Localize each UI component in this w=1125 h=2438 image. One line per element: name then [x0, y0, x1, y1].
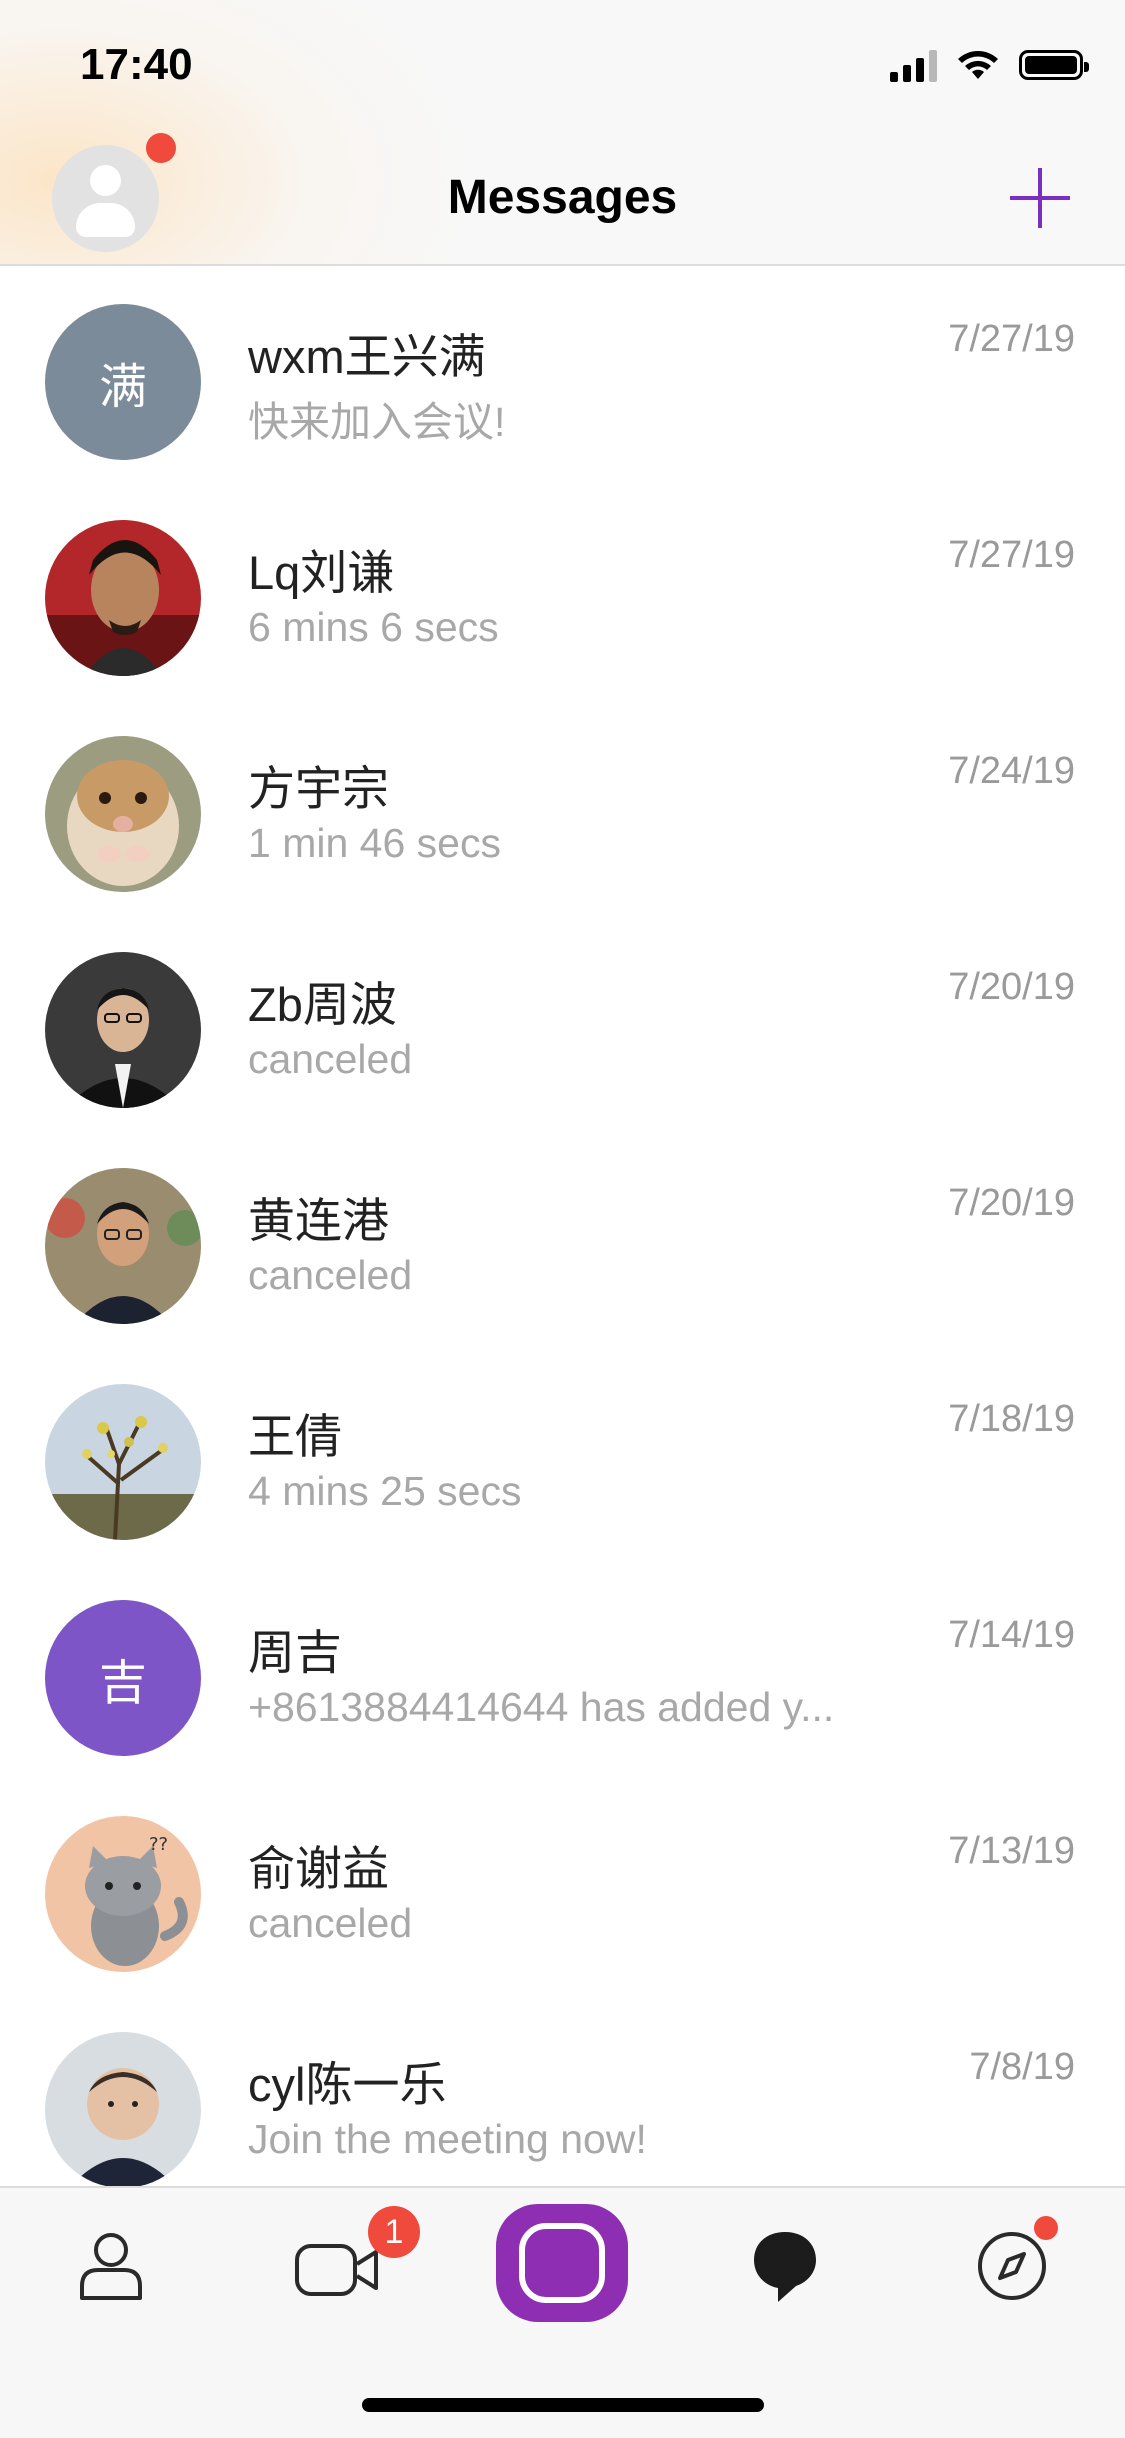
contact-name: 俞谢益 — [248, 1842, 389, 1895]
message-preview: +8613884414644 has added y... — [248, 1684, 835, 1730]
avatar — [45, 520, 201, 676]
message-date: 7/20/19 — [948, 966, 1075, 1008]
contact-name: 方宇宗 — [248, 762, 389, 815]
compass-icon — [978, 2232, 1046, 2300]
header-bar: 17:40 Messages — [0, 0, 1125, 266]
contact-name: 周吉 — [248, 1626, 342, 1679]
avatar: ?? — [45, 1816, 201, 1972]
battery-icon — [1019, 50, 1089, 80]
message-preview: 1 min 46 secs — [248, 820, 501, 866]
avatar: 吉 — [45, 1600, 201, 1756]
wifi-icon — [958, 51, 998, 79]
chat-bubble-icon — [754, 2232, 816, 2302]
status-icons — [890, 48, 1089, 82]
message-row[interactable]: 方宇宗 1 min 46 secs 7/24/19 — [0, 698, 1125, 914]
message-preview: canceled — [248, 1900, 413, 1946]
contact-name: 王倩 — [248, 1410, 342, 1463]
meetings-badge: 1 — [368, 2206, 420, 2258]
discover-notification-dot — [1034, 2216, 1058, 2240]
message-list: 满 wxm王兴满 快来加入会议! 7/27/19 Lq刘谦 6 mins 6 s… — [0, 266, 1125, 2210]
avatar — [45, 1384, 201, 1540]
avatar — [45, 952, 201, 1108]
contact-name: wxm王兴满 — [248, 330, 486, 383]
message-preview: canceled — [248, 1252, 413, 1298]
message-row[interactable]: Lq刘谦 6 mins 6 secs 7/27/19 — [0, 482, 1125, 698]
message-date: 7/24/19 — [948, 750, 1075, 792]
message-row[interactable]: 满 wxm王兴满 快来加入会议! 7/27/19 — [0, 266, 1125, 482]
tab-discover[interactable] — [976, 2230, 1048, 2302]
video-camera-icon — [295, 2244, 378, 2296]
contacts-icon — [80, 2233, 142, 2300]
home-indicator — [362, 2398, 764, 2412]
contact-name: Zb周波 — [248, 978, 397, 1031]
message-date: 7/27/19 — [948, 534, 1075, 576]
avatar: 满 — [45, 304, 201, 460]
contact-name: 黄连港 — [248, 1194, 389, 1247]
tab-contacts[interactable] — [78, 2230, 144, 2302]
message-row[interactable]: Zb周波 canceled 7/20/19 — [0, 914, 1125, 1130]
page-title: Messages — [447, 171, 678, 224]
contact-name: Lq刘谦 — [248, 546, 395, 599]
avatar — [45, 736, 201, 892]
home-square-icon — [496, 2204, 628, 2322]
message-preview: 6 mins 6 secs — [248, 604, 499, 650]
message-preview: 4 mins 25 secs — [248, 1468, 522, 1514]
message-date: 7/14/19 — [948, 1614, 1075, 1656]
message-row[interactable]: 吉 周吉 +8613884414644 has added y... 7/14/… — [0, 1562, 1125, 1778]
message-preview: canceled — [248, 1036, 413, 1082]
message-row[interactable]: ?? 俞谢益 canceled 7/13/19 — [0, 1778, 1125, 1994]
message-preview: Join the meeting now! — [248, 2116, 647, 2162]
tab-chat[interactable] — [752, 2228, 818, 2304]
message-date: 7/8/19 — [969, 2046, 1075, 2088]
avatar — [45, 2032, 201, 2188]
message-date: 7/18/19 — [948, 1398, 1075, 1440]
message-row[interactable]: 王倩 4 mins 25 secs 7/18/19 — [0, 1346, 1125, 1562]
message-date: 7/13/19 — [948, 1830, 1075, 1872]
profile-notification-dot — [146, 133, 176, 163]
message-date: 7/20/19 — [948, 1182, 1075, 1224]
message-row[interactable]: cyl陈一乐 Join the meeting now! 7/8/19 — [0, 1994, 1125, 2210]
tab-home[interactable] — [496, 2204, 628, 2322]
svg-text:??: ?? — [149, 1834, 168, 1855]
cellular-signal-icon — [890, 48, 937, 82]
contact-name: cyl陈一乐 — [248, 2058, 447, 2111]
message-date: 7/27/19 — [948, 318, 1075, 360]
avatar — [45, 1168, 201, 1324]
tab-meetings[interactable] — [294, 2240, 380, 2300]
message-preview: 快来加入会议! — [248, 399, 506, 445]
message-row[interactable]: 黄连港 canceled 7/20/19 — [0, 1130, 1125, 1346]
status-time: 17:40 — [80, 40, 193, 89]
new-message-plus-icon[interactable] — [1010, 168, 1070, 228]
